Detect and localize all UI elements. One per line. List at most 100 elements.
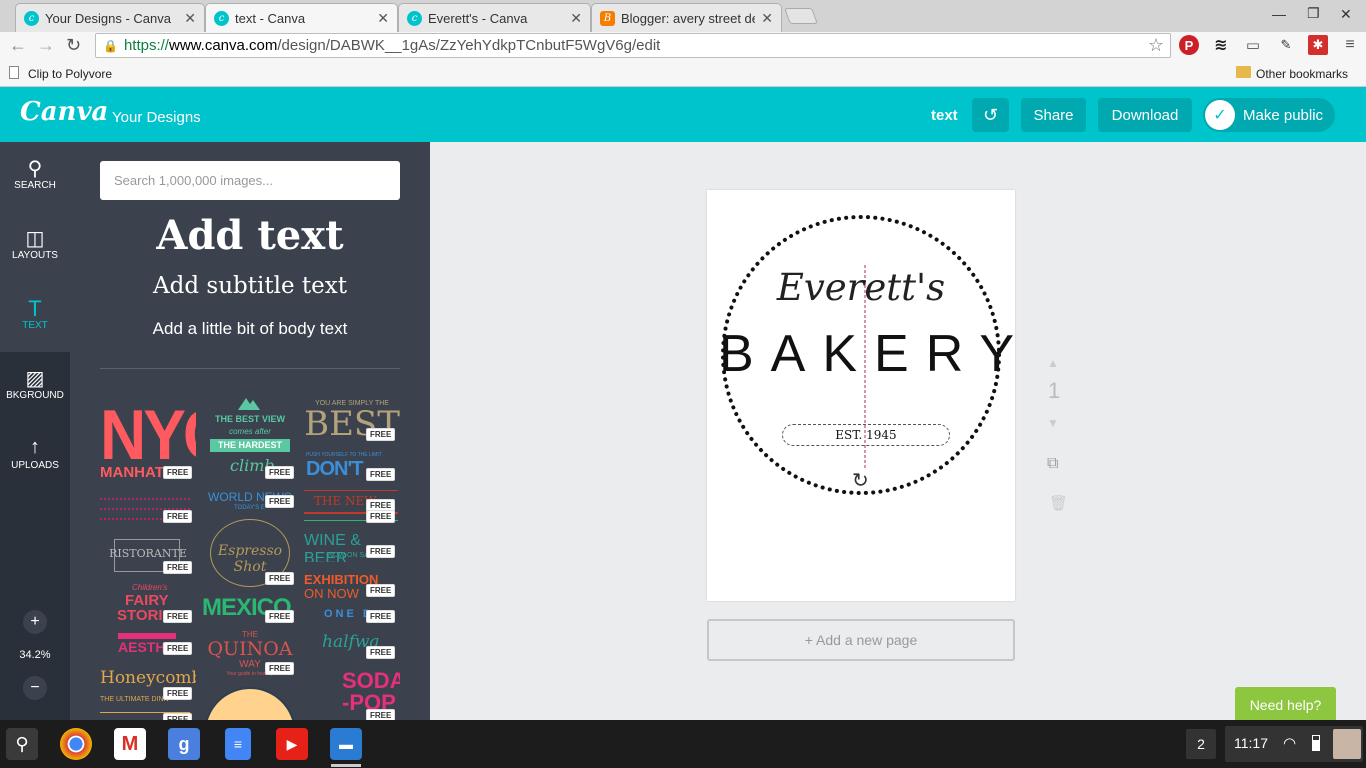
page-up-icon[interactable]: ▲ xyxy=(1047,356,1059,370)
text-icon: T xyxy=(28,296,42,321)
bookmark-clip-to-polyvore[interactable]: Clip to Polyvore xyxy=(28,67,112,81)
add-heading-text[interactable]: Add text xyxy=(70,212,430,259)
search-input[interactable] xyxy=(100,161,400,200)
rail-layouts[interactable]: ◫ LAYOUTS xyxy=(0,212,70,282)
template-text: ON NOW xyxy=(304,586,359,600)
copy-page-icon[interactable]: ⧉ xyxy=(1047,455,1058,473)
template-text: TODAY'S E xyxy=(234,505,265,511)
free-badge: FREE xyxy=(265,495,295,508)
add-page-button[interactable]: + Add a new page xyxy=(707,619,1015,661)
free-badge: FREE xyxy=(265,572,295,585)
tab-everetts[interactable]: c Everett's - Canva ✕ xyxy=(398,3,591,32)
design-established-text[interactable]: EST. 1945 xyxy=(782,424,950,446)
canva-icon: c xyxy=(214,10,229,26)
close-icon[interactable]: ✕ xyxy=(761,10,773,27)
rail-uploads[interactable]: ↑ UPLOADS xyxy=(0,422,70,492)
share-button[interactable]: Share xyxy=(1021,98,1086,132)
rail-search[interactable]: ⚲ SEARCH xyxy=(0,142,70,212)
template-text: comes after xyxy=(229,427,271,436)
pinterest-icon[interactable]: P xyxy=(1179,35,1199,55)
document-title[interactable]: text xyxy=(931,107,958,124)
layouts-icon: ◫ xyxy=(25,228,45,250)
youtube-icon[interactable]: ▶ xyxy=(276,728,308,760)
close-icon[interactable]: ✕ xyxy=(570,10,582,27)
star-icon[interactable]: ☆ xyxy=(1148,35,1164,56)
search-icon: ⚲ xyxy=(27,158,43,180)
trash-icon[interactable]: 🗑 xyxy=(1049,494,1068,512)
template-text: RISTORANTE xyxy=(109,547,187,560)
new-tab-button[interactable] xyxy=(784,8,818,24)
close-window-icon[interactable]: ✕ xyxy=(1340,6,1352,23)
google-search-icon[interactable]: g xyxy=(168,728,200,760)
free-badge: FREE xyxy=(163,642,193,655)
free-badge: FREE xyxy=(366,468,396,481)
wifi-icon: ◠ xyxy=(1283,735,1297,752)
free-badge: FREE xyxy=(163,510,193,523)
undo-button[interactable]: ↺ xyxy=(972,98,1009,132)
add-body-text[interactable]: Add a little bit of body text xyxy=(70,319,430,339)
docs-icon[interactable]: ≡ xyxy=(225,728,251,760)
design-script-name[interactable]: Everett's xyxy=(707,266,1015,309)
back-icon[interactable]: ← xyxy=(9,35,27,56)
bookmark-other[interactable]: Other bookmarks xyxy=(1256,67,1348,81)
download-button[interactable]: Download xyxy=(1098,98,1192,132)
rail-label: SEARCH xyxy=(14,180,56,191)
rotate-handle-icon[interactable]: ↻ xyxy=(852,468,869,493)
layers-icon[interactable]: ≋ xyxy=(1211,35,1231,55)
lastpass-icon[interactable]: ✱ xyxy=(1308,35,1328,55)
page-number: 1 xyxy=(1048,378,1061,403)
page-down-icon[interactable]: ▼ xyxy=(1047,416,1059,430)
free-badge: FREE xyxy=(163,561,193,574)
close-icon[interactable]: ✕ xyxy=(184,10,196,27)
rail-background[interactable]: ▨ BKGROUND xyxy=(0,352,70,422)
cast-icon[interactable]: ▭ xyxy=(1243,35,1263,55)
menu-icon[interactable]: ≡ xyxy=(1340,35,1360,55)
url-path: /design/DABWK__1gAs/ZzYehYdkpTCnbutF5WgV… xyxy=(277,37,661,54)
bakery-badge xyxy=(721,215,1001,495)
tab-your-designs[interactable]: c Your Designs - Canva ✕ xyxy=(15,3,205,32)
files-icon[interactable]: ▬ xyxy=(330,728,362,760)
template-circle[interactable] xyxy=(202,685,298,720)
template-text: NOW ON SA xyxy=(328,552,369,559)
free-badge: FREE xyxy=(366,709,396,720)
eyedropper-icon[interactable]: ✎ xyxy=(1276,35,1296,55)
address-bar[interactable]: 🔒 https:// www.canva.com /design/DABWK__… xyxy=(95,33,1171,58)
template-text: Honeycomb xyxy=(100,668,196,688)
design-page[interactable]: Everett's BAKERY EST. 1945 ↻ xyxy=(707,190,1015,601)
tab-text-canva[interactable]: c text - Canva ✕ xyxy=(205,3,398,32)
notification-count[interactable]: 2 xyxy=(1186,729,1216,759)
close-icon[interactable]: ✕ xyxy=(377,10,389,27)
divider xyxy=(100,368,400,369)
your-designs-link[interactable]: Your Designs xyxy=(112,109,201,126)
tab-blogger[interactable]: B Blogger: avery street des ✕ xyxy=(591,3,782,32)
zoom-in-button[interactable]: + xyxy=(23,610,47,634)
check-icon: ✓ xyxy=(1205,100,1235,130)
undo-icon: ↺ xyxy=(982,104,999,125)
restore-icon[interactable]: ❐ xyxy=(1307,5,1320,22)
taskbar: ⚲ M g ≡ ▶ ▬ 2 11:17 ◠ xyxy=(0,720,1366,768)
rail-text[interactable]: T TEXT xyxy=(0,282,70,352)
gmail-icon[interactable]: M xyxy=(114,728,146,760)
make-public-toggle[interactable]: ✓ Make public xyxy=(1203,98,1335,132)
lock-icon: 🔒 xyxy=(103,38,118,53)
zoom-out-button[interactable]: − xyxy=(23,676,47,700)
template-text: THE ULTIMATE DINN xyxy=(100,696,169,703)
forward-icon[interactable]: → xyxy=(37,35,55,56)
launcher-search-icon[interactable]: ⚲ xyxy=(6,728,38,760)
add-subtitle-text[interactable]: Add subtitle text xyxy=(70,273,430,299)
need-help-button[interactable]: Need help? xyxy=(1235,687,1336,723)
free-badge: FREE xyxy=(265,610,295,623)
status-tray[interactable]: 11:17 ◠ xyxy=(1225,726,1363,762)
canva-logo[interactable]: Canva xyxy=(20,97,108,127)
design-workspace: Everett's BAKERY EST. 1945 ↻ ▲ 1 ▼ ⧉ 🗑 +… xyxy=(430,142,1366,723)
free-badge: FREE xyxy=(163,713,193,720)
rail-label: UPLOADS xyxy=(11,460,59,471)
free-badge: FREE xyxy=(366,646,396,659)
free-badge: FREE xyxy=(366,428,396,441)
design-title[interactable]: BAKERY xyxy=(707,324,1015,384)
reload-icon[interactable]: ↻ xyxy=(66,35,81,56)
free-badge: FREE xyxy=(366,510,396,523)
upload-icon: ↑ xyxy=(30,436,40,458)
minimize-icon[interactable]: — xyxy=(1272,6,1286,22)
chrome-icon[interactable] xyxy=(60,728,92,760)
